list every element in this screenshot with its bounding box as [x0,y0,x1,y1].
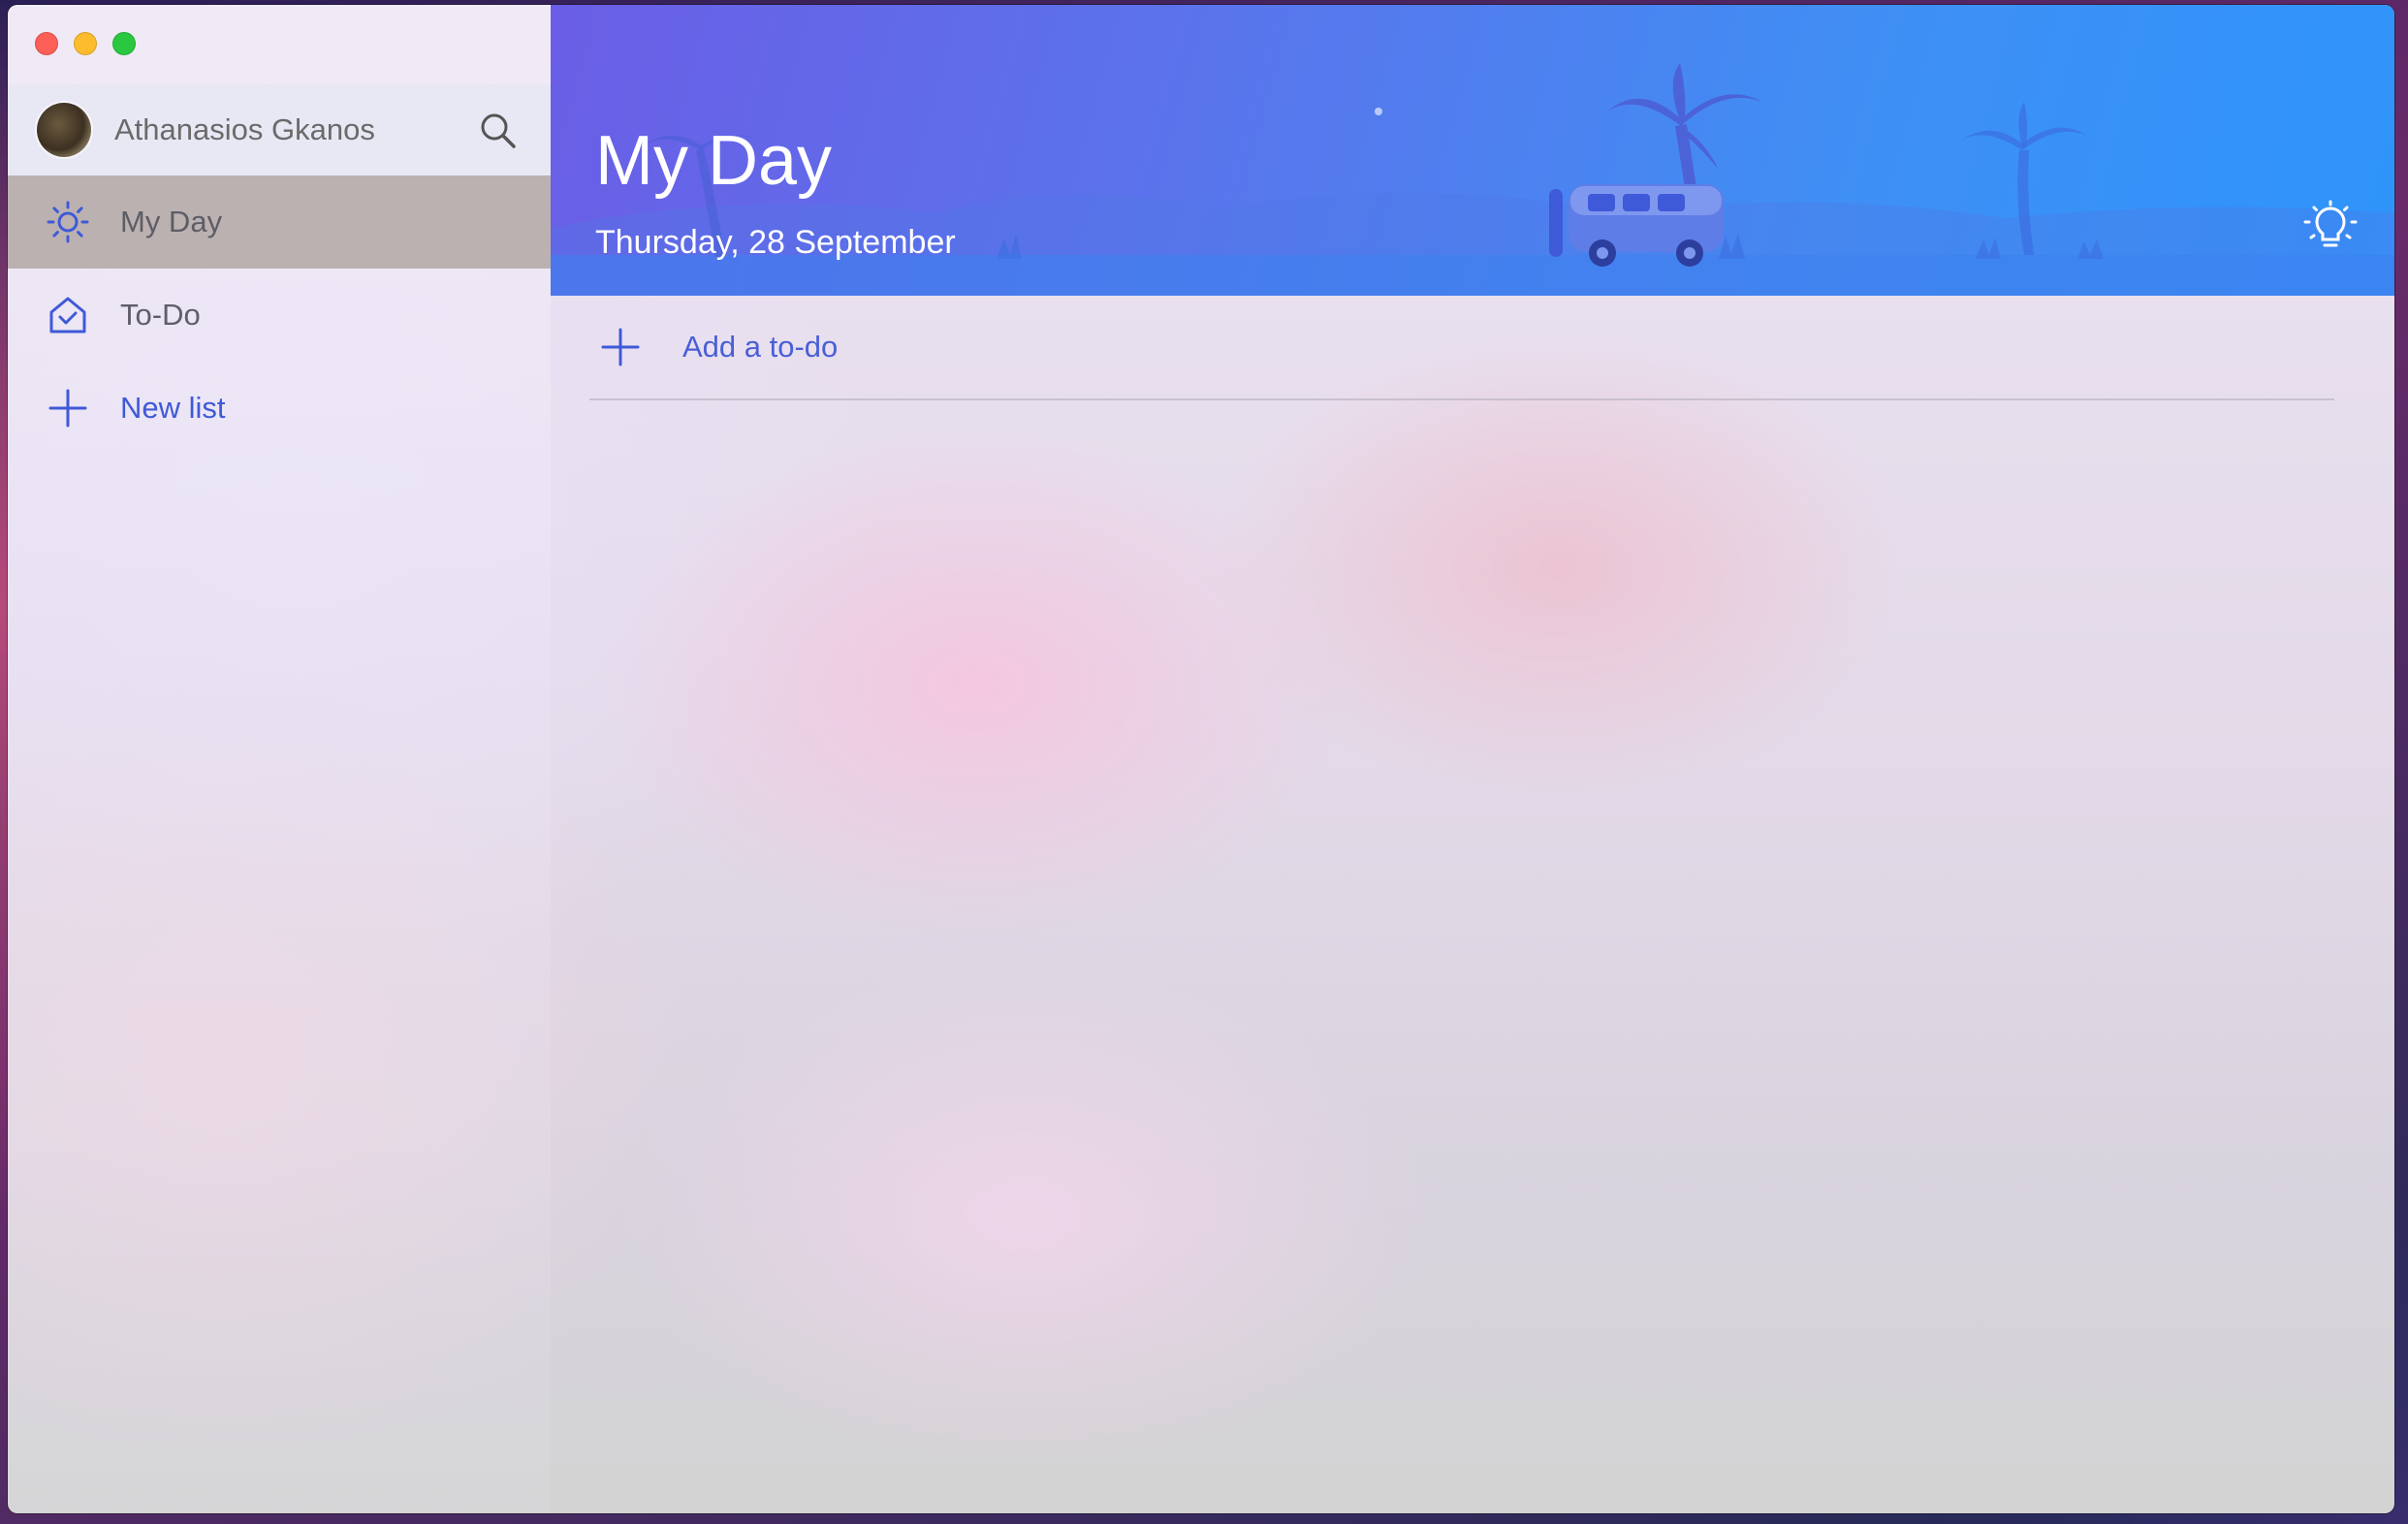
plus-icon [45,385,91,431]
user-profile[interactable]: Athanasios Gkanos [8,84,551,175]
app-window: Athanasios Gkanos My Day To-Do New list … [8,5,2394,1513]
minimize-window-button[interactable] [74,32,97,55]
header-banner: My Day Thursday, 28 September [551,5,2394,296]
sidebar-item-label: My Day [120,205,223,238]
sidebar-item-my-day[interactable]: My Day [8,175,551,269]
window-controls [35,32,136,55]
add-todo-row[interactable]: Add a to-do [589,296,2334,400]
close-window-button[interactable] [35,32,58,55]
sidebar-item-label: To-Do [120,298,201,332]
search-icon[interactable] [477,110,518,150]
lightbulb-icon[interactable] [2301,199,2360,257]
page-title: My Day [595,122,833,200]
sun-icon [45,199,91,245]
add-todo-label: Add a to-do [682,330,839,364]
house-check-icon [45,292,91,338]
avatar [37,103,91,157]
plus-icon [601,328,640,366]
user-name: Athanasios Gkanos [114,112,375,146]
sidebar: Athanasios Gkanos My Day To-Do New list [8,5,551,1513]
sidebar-item-new-list[interactable]: New list [8,362,551,455]
page-date: Thursday, 28 September [595,224,956,261]
sidebar-item-to-do[interactable]: To-Do [8,269,551,362]
main-pane: My Day Thursday, 28 September Add a to-d… [551,5,2394,1513]
sidebar-item-label: New list [120,391,226,425]
zoom-window-button[interactable] [112,32,136,55]
